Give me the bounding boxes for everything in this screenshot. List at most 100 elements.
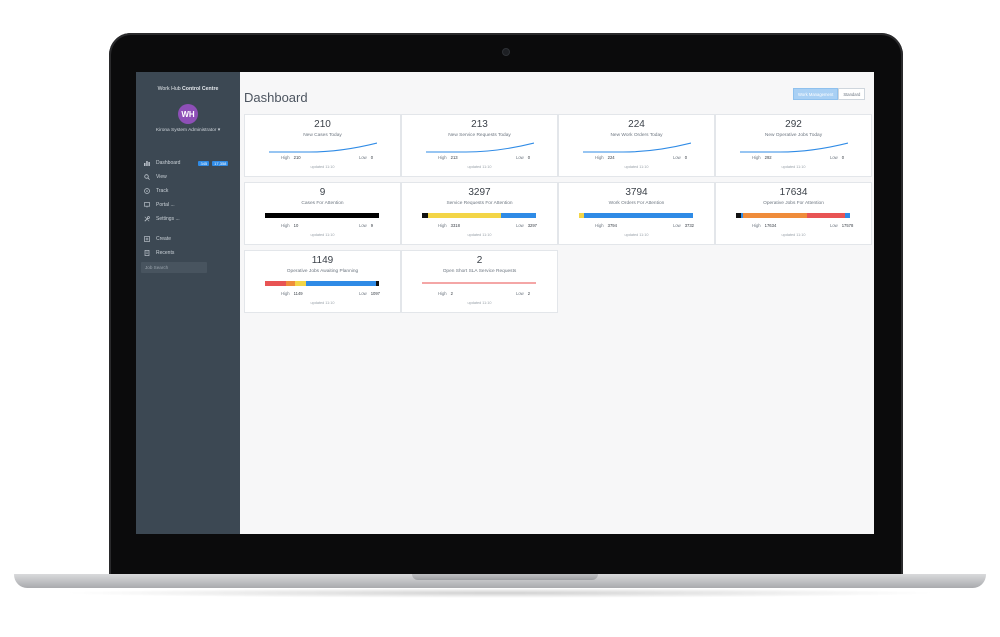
high-value: High 1149 [281, 291, 303, 296]
compass-icon [144, 188, 150, 194]
high-value: High 213 [438, 155, 458, 160]
low-value: Low 1097 [359, 291, 381, 296]
stat-value: 1149 [311, 255, 334, 266]
bar-segment [422, 282, 536, 284]
stat-label: New Work Orders Today [610, 133, 663, 138]
stat-card[interactable]: 3794 Work Orders For Attention High 3794 Low… [558, 182, 715, 245]
updated-time: updated 11:10 [781, 233, 806, 237]
standard-button[interactable]: Standard [838, 88, 866, 100]
stat-value: 17634 [779, 187, 808, 198]
stat-label: Work Orders For Attention [608, 201, 665, 206]
low-value: Low 0 [359, 155, 374, 160]
sidebar: Work Hub Control Centre WH Kirona System… [136, 72, 240, 534]
stat-card[interactable]: 17634 Operative Jobs For Attention High 176… [715, 182, 872, 245]
low-value: Low 17578 [830, 223, 854, 228]
updated-time: updated 11:10 [781, 165, 806, 169]
stat-card[interactable]: 213 New Service Requests Today High 213 Low 0… [401, 114, 558, 177]
status-bar [265, 213, 379, 218]
view-toggle: Work Management Standard [793, 88, 866, 100]
stat-value: 9 [319, 187, 326, 198]
sparkline [583, 142, 691, 153]
high-value: High 210 [281, 155, 301, 160]
sidebar-item-label: Recents [156, 250, 175, 256]
bar-segment [306, 281, 376, 286]
stat-card[interactable]: 3297 Service Requests For Attention High 33… [401, 182, 558, 245]
stat-value: 224 [628, 119, 645, 130]
stat-card[interactable]: 292 New Operative Jobs Today High 292 Low 0 up… [715, 114, 872, 177]
bar-segment [806, 213, 846, 218]
sparkline-path [426, 142, 534, 153]
low-value: Low 0 [673, 155, 688, 160]
job-search-input[interactable]: Job Search [141, 262, 207, 273]
low-value: Low 3297 [516, 223, 538, 228]
stat-value: 292 [785, 119, 802, 130]
bar-segment [265, 281, 286, 286]
updated-time: updated 11:10 [467, 233, 492, 237]
bar-segment [294, 281, 307, 286]
low-value: Low 9 [359, 223, 374, 228]
status-bar [265, 281, 379, 286]
bar-segment [583, 213, 693, 218]
stat-label: New Cases Today [303, 133, 342, 138]
stat-label: New Service Requests Today [448, 133, 511, 138]
stat-card[interactable]: 210 New Cases Today High 210 Low 0 updated 11:… [244, 114, 401, 177]
sidebar-item-dashboard[interactable]: Dashboard 345 17,358 [142, 156, 238, 170]
plus-square-icon [144, 236, 150, 242]
updated-time: updated 11:10 [310, 233, 335, 237]
bar-segment [845, 213, 850, 218]
sidebar-item-create[interactable]: Create [142, 232, 238, 246]
sidebar-nav: Dashboard 345 17,358 View Track Portal .… [141, 156, 238, 273]
low-value: Low 2 [516, 291, 531, 296]
sidebar-item-recents[interactable]: Recents [142, 246, 238, 260]
work-management-button[interactable]: Work Management [793, 88, 839, 100]
stat-label: Open Short SLA Service Requests [442, 269, 517, 274]
brand: Work Hub Control Centre [136, 86, 240, 92]
avatar[interactable]: WH [178, 104, 198, 124]
stat-value: 210 [314, 119, 331, 130]
high-value: High 3318 [438, 223, 460, 228]
updated-time: updated 11:10 [624, 165, 649, 169]
high-value: High 3794 [595, 223, 617, 228]
bar-segment [265, 213, 379, 218]
status-bar [736, 213, 850, 218]
bar-segment [742, 213, 807, 218]
updated-time: updated 11:10 [624, 233, 649, 237]
stat-card[interactable]: 1149 Operative Jobs Awaiting Planning High… [244, 250, 401, 313]
sparkline-path [740, 142, 848, 153]
wrench-icon [144, 216, 150, 222]
stat-card[interactable]: 224 New Work Orders Today High 224 Low 0 updat… [558, 114, 715, 177]
sparkline [426, 142, 534, 153]
stat-value: 3794 [625, 187, 648, 198]
stat-card[interactable]: 9 Cases For Attention High 10 Low 9 updated 11… [244, 182, 401, 245]
high-value: High 2 [438, 291, 453, 296]
monitor-icon [144, 202, 150, 208]
stat-value: 213 [471, 119, 488, 130]
sidebar-item-track[interactable]: Track [142, 184, 238, 198]
main-content: Dashboard Work Management Standard 210 Ne… [240, 72, 874, 534]
status-bar [422, 282, 536, 284]
bar-segment [500, 213, 536, 218]
sidebar-item-label: Create [156, 236, 172, 242]
sparkline-path [269, 142, 377, 153]
sparkline-path [583, 142, 691, 153]
sidebar-item-settings[interactable]: Settings ... [142, 212, 238, 226]
bar-chart-icon [144, 160, 150, 166]
low-value: Low 0 [830, 155, 845, 160]
stat-card[interactable]: 2 Open Short SLA Service Requests High 2 Low… [401, 250, 558, 313]
updated-time: updated 11:10 [467, 301, 492, 305]
stat-label: Cases For Attention [301, 201, 344, 206]
stat-label: Operative Jobs For Attention [763, 201, 824, 206]
user-menu[interactable]: Kirona System Administrator ▾ [136, 128, 240, 133]
sidebar-item-portal[interactable]: Portal ... [142, 198, 238, 212]
bar-segment [285, 281, 295, 286]
webcam [503, 49, 509, 55]
sidebar-item-label: View [156, 174, 167, 180]
sidebar-item-label: Dashboard [156, 160, 181, 166]
sidebar-item-view[interactable]: View [142, 170, 238, 184]
bar-segment [375, 281, 379, 286]
brand-prefix: Work Hub [157, 86, 181, 92]
high-value: High 224 [595, 155, 615, 160]
sparkline [269, 142, 377, 153]
document-icon [144, 250, 150, 256]
bar-segment [427, 213, 501, 218]
